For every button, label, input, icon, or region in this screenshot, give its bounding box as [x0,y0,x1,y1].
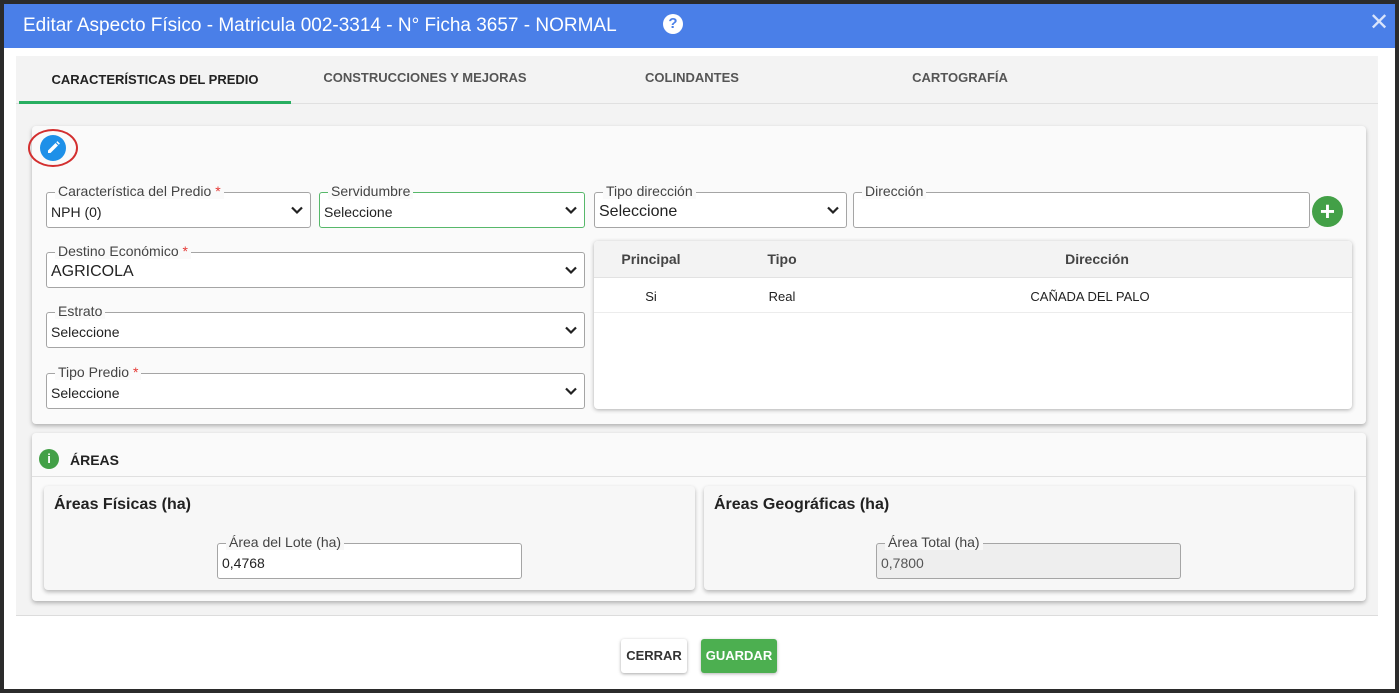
area-total-value: 0,7800 [881,555,924,571]
tipo-predio-select[interactable]: Tipo Predio * Seleccione [46,364,585,409]
info-icon: i [39,449,59,469]
tab-bar: CARACTERÍSTICAS DEL PREDIO CONSTRUCCIONE… [16,56,1378,104]
dialog-title: Editar Aspecto Físico - Matricula 002-33… [23,15,617,36]
caracteristica-label: Característica del Predio * [55,183,224,199]
area-total-input: Área Total (ha) 0,7800 [876,534,1181,579]
estrato-value: Seleccione [51,324,120,340]
edit-button[interactable] [28,129,78,167]
chevron-down-icon [565,206,577,215]
area-total-label: Área Total (ha) [885,534,983,550]
tipo-predio-value: Seleccione [51,385,120,401]
row-direccion: CAÑADA DEL PALO [1030,289,1150,304]
table-header: Principal Tipo Dirección [594,241,1352,278]
header-tipo: Tipo [767,251,797,267]
estrato-select[interactable]: Estrato Seleccione [46,303,585,348]
tab-cartografia[interactable]: CARTOGRAFÍA [856,56,1064,104]
chevron-down-icon [291,206,303,215]
area-lote-input[interactable]: Área del Lote (ha) 0,4768 [217,534,522,579]
tipo-predio-label: Tipo Predio * [55,364,142,380]
header-direccion: Dirección [1065,251,1129,267]
estrato-label: Estrato [55,303,106,319]
tipo-direccion-value: Seleccione [599,203,678,220]
pencil-icon [40,135,66,161]
tab-construcciones[interactable]: CONSTRUCCIONES Y MEJORAS [301,56,549,104]
destino-select[interactable]: Destino Económico * AGRICOLA [46,243,585,288]
caracteristica-select[interactable]: Característica del Predio * NPH (0) [46,183,311,228]
add-address-button[interactable]: + [1312,196,1343,227]
areas-fisicas-title: Áreas Físicas (ha) [54,496,191,513]
chevron-down-icon [827,206,839,215]
servidumbre-value: Seleccione [324,204,393,220]
row-tipo: Real [768,289,796,304]
help-icon[interactable]: ? [663,14,683,34]
areas-header: i ÁREAS [32,433,1366,477]
chevron-down-icon [565,326,577,335]
chevron-down-icon [565,266,577,275]
chevron-down-icon [565,387,577,396]
area-lote-label: Área del Lote (ha) [226,534,345,550]
tipo-direccion-select[interactable]: Tipo dirección Seleccione [594,183,847,228]
destino-label: Destino Económico * [55,243,191,259]
areas-geograficas-title: Áreas Geográficas (ha) [714,496,890,513]
address-table: Principal Tipo Dirección Si Real CAÑADA … [594,241,1352,409]
tab-caracteristicas[interactable]: CARACTERÍSTICAS DEL PREDIO [19,56,291,104]
areas-title: ÁREAS [70,452,120,468]
row-principal: Si [645,289,657,304]
destino-value: AGRICOLA [51,263,134,280]
tipo-direccion-label: Tipo dirección [603,183,696,199]
servidumbre-label: Servidumbre [328,183,414,199]
save-button[interactable]: GUARDAR [701,639,777,673]
servidumbre-select[interactable]: Servidumbre Seleccione [319,183,585,228]
direccion-input[interactable]: Dirección [853,183,1310,228]
direccion-label: Dirección [862,183,927,199]
tab-colindantes[interactable]: COLINDANTES [586,56,798,104]
header-principal: Principal [621,251,681,267]
caracteristica-value: NPH (0) [51,204,102,220]
dialog-title-bar: Editar Aspecto Físico - Matricula 002-33… [4,4,1395,48]
table-row[interactable]: Si Real CAÑADA DEL PALO [594,278,1352,313]
area-lote-value: 0,4768 [222,555,265,571]
close-icon[interactable]: ✕ [1369,11,1389,35]
close-button[interactable]: CERRAR [621,639,687,673]
